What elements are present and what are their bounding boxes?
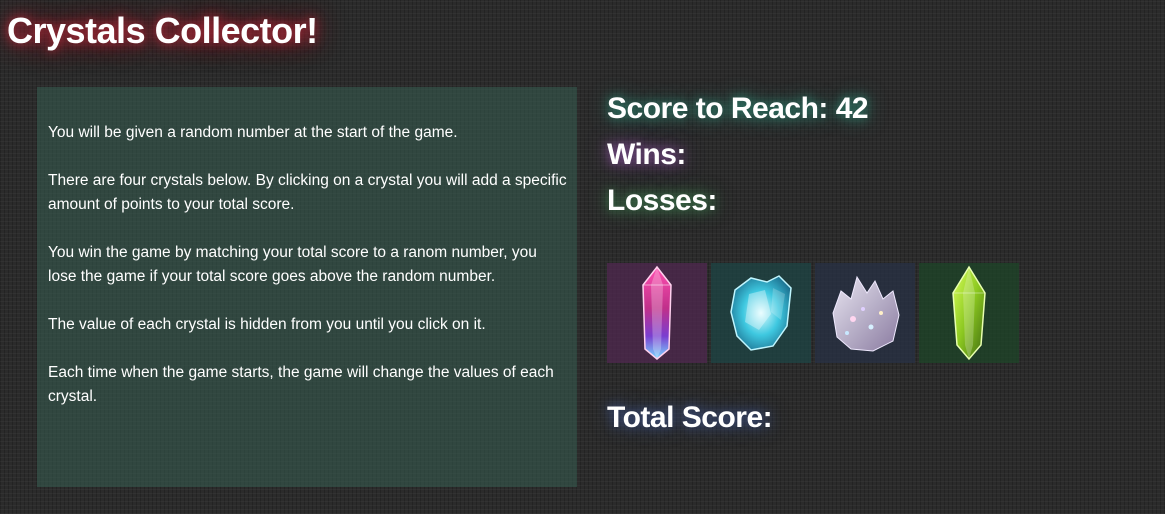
page-title: Crystals Collector! (7, 10, 318, 51)
crystal-button-blue[interactable] (711, 263, 811, 363)
wins: Wins: (607, 132, 868, 178)
score-to-reach: Score to Reach: 42 (607, 86, 869, 132)
crystal-button-quartz[interactable] (815, 263, 915, 363)
instructions-panel: You will be given a random number at the… (37, 87, 577, 487)
instruction-paragraph: You will be given a random number at the… (48, 124, 458, 141)
instruction-paragraph: The value of each crystal is hidden from… (48, 316, 486, 333)
green-crystal-icon (952, 265, 986, 361)
instruction-paragraph: Each time when the game starts, the game… (48, 364, 554, 405)
losses-label: Losses: (607, 184, 717, 217)
instruction-paragraph: You win the game by matching your total … (48, 244, 537, 285)
score-to-reach-value: 42 (835, 92, 869, 125)
wins-label: Wins: (607, 138, 686, 171)
score-to-reach-label: Score to Reach: (607, 92, 828, 125)
blue-crystal-icon (730, 275, 792, 351)
instruction-paragraph: There are four crystals below. By clicki… (48, 172, 567, 213)
crystal-button-pink[interactable] (607, 263, 707, 363)
total-score: Total Score: (607, 401, 773, 435)
losses: Losses: (607, 178, 868, 224)
quartz-crystal-icon (832, 275, 900, 352)
stats-panel: Score to Reach: 42 Wins: Losses: (607, 86, 869, 224)
crystal-button-green[interactable] (919, 263, 1019, 363)
pink-crystal-icon (642, 265, 672, 360)
crystal-row (607, 263, 1019, 363)
total-score-label: Total Score: (607, 401, 773, 434)
